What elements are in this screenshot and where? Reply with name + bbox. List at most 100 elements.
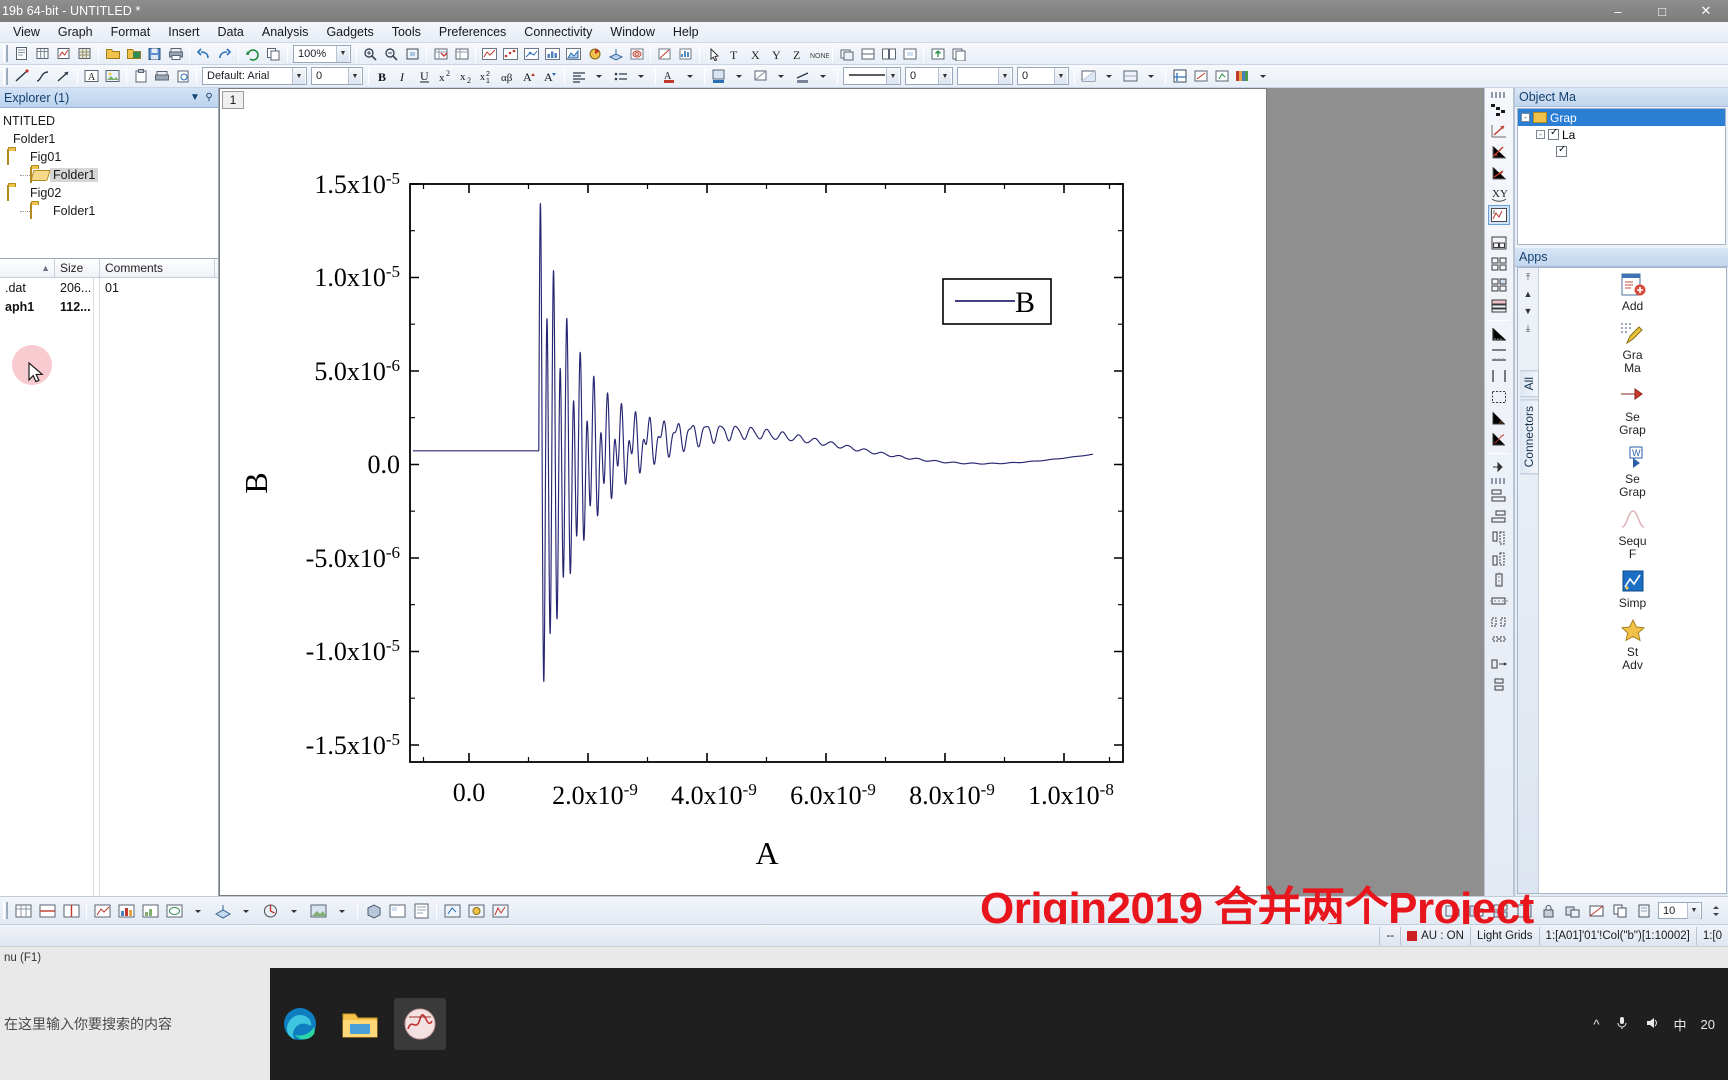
mic-icon[interactable] [1614, 1015, 1630, 1034]
cube-icon[interactable] [362, 900, 384, 922]
merge-layers-icon[interactable] [1488, 233, 1510, 253]
clock[interactable]: 20 [1701, 1017, 1715, 1032]
linewidth-combo[interactable]: 0 ▼ [905, 67, 953, 85]
edge-icon[interactable] [274, 998, 326, 1050]
chevron-down-icon[interactable]: ▼ [188, 92, 202, 103]
import-ascii-icon[interactable] [452, 44, 472, 63]
add-text-icon[interactable]: A [82, 67, 102, 86]
layout-icon[interactable] [386, 900, 408, 922]
scroll-bottom-button[interactable]: ⤓ [1526, 323, 1530, 340]
visibility-checkbox[interactable] [1548, 127, 1559, 140]
plot-dropdown-icon[interactable] [187, 900, 209, 922]
rescale-button[interactable] [1191, 67, 1211, 86]
app-item-stats-advanced[interactable]: St Adv [1539, 616, 1726, 672]
tab-all[interactable]: All [1520, 370, 1539, 398]
draw-curve-icon[interactable] [33, 67, 53, 86]
lock-object-icon[interactable] [1537, 900, 1559, 922]
fontsize-combo[interactable]: 0 ▼ [311, 67, 363, 85]
zoom-out-icon[interactable] [382, 44, 402, 63]
chevron-down-icon[interactable]: ▼ [886, 68, 899, 84]
tree-node-fig01[interactable]: Fig01 [0, 148, 218, 166]
supersub-button[interactable]: x21 [478, 67, 498, 86]
close-button[interactable]: ✕ [1684, 0, 1728, 22]
menu-item-format[interactable]: Format [102, 23, 160, 41]
new-table-icon[interactable] [12, 900, 34, 922]
axis-frame-icon[interactable] [1488, 387, 1510, 407]
stats-icon[interactable] [676, 44, 696, 63]
transparency-button[interactable] [1121, 67, 1141, 86]
bold-button[interactable]: B [373, 67, 393, 86]
align-top-objects-icon[interactable] [1488, 528, 1510, 548]
menu-item-connectivity[interactable]: Connectivity [515, 23, 601, 41]
app-item-graph-maker[interactable]: Gra Ma [1539, 319, 1726, 375]
axis-scale-in-icon[interactable] [1488, 142, 1510, 162]
chevron-down-icon[interactable]: ▼ [336, 45, 349, 62]
mask-object-icon[interactable] [1585, 900, 1607, 922]
transparency-dropdown-icon[interactable] [1142, 67, 1162, 86]
symbolstyle-combo[interactable]: ▼ [957, 67, 1013, 85]
distribute-v-icon[interactable] [1488, 633, 1510, 653]
tool-a-icon[interactable] [441, 900, 463, 922]
speed-mode-icon[interactable] [1488, 205, 1510, 225]
data-series-B[interactable] [412, 203, 1094, 682]
scatter-matrix-icon[interactable] [1488, 100, 1510, 120]
axis-left-right-icon[interactable] [1488, 366, 1510, 386]
file-explorer-icon[interactable] [334, 998, 386, 1050]
tab-connectors[interactable]: Connectors [1520, 399, 1539, 475]
menu-item-insert[interactable]: Insert [159, 23, 208, 41]
toolbar-grip[interactable] [3, 45, 8, 62]
bullets-button[interactable] [611, 67, 631, 86]
font-color-dropdown-icon[interactable] [681, 67, 701, 86]
underline-button[interactable]: U [415, 67, 435, 86]
align-left-button[interactable] [569, 67, 589, 86]
app-item-send-graph-2[interactable]: W Se Grap [1539, 443, 1726, 499]
graph-window[interactable]: 1 1.5x10-5 1.0x10-5 5.0x10-6 0.0 -5.0x10… [219, 88, 1267, 896]
plot-line-bottom-icon[interactable] [91, 900, 113, 922]
redo-icon[interactable] [215, 44, 235, 63]
collapse-box-icon[interactable]: - [1536, 130, 1545, 139]
chevron-down-icon[interactable]: ▼ [998, 68, 1011, 84]
toolbar-grip[interactable] [3, 902, 8, 919]
center-vertical-icon[interactable] [1488, 591, 1510, 611]
object-count-combo[interactable]: 10 ▼ [1658, 902, 1702, 919]
plot-line-icon[interactable] [480, 44, 500, 63]
column-size[interactable]: Size [55, 259, 100, 277]
extract-graph-icon[interactable] [900, 44, 920, 63]
plot-scatter-icon[interactable] [501, 44, 521, 63]
open-icon[interactable] [103, 44, 123, 63]
om-row-graph[interactable]: - Grap [1518, 109, 1725, 126]
bullets-dropdown-icon[interactable] [632, 67, 652, 86]
line-color-dropdown-icon[interactable] [814, 67, 834, 86]
tool-c-icon[interactable] [489, 900, 511, 922]
app-item-send-graph-1[interactable]: Se Grap [1539, 381, 1726, 437]
app-item-simple-fit[interactable]: Simp [1539, 567, 1726, 610]
image-dropdown-icon[interactable] [331, 900, 353, 922]
plot-3d-bottom-icon[interactable] [211, 900, 233, 922]
plot-pie-icon[interactable] [585, 44, 605, 63]
linestyle-combo[interactable]: ▼ [843, 67, 901, 85]
object-manager-toggle[interactable] [1170, 67, 1190, 86]
duplicate-object-icon[interactable] [1609, 900, 1631, 922]
ungroup-objects-icon[interactable] [1488, 675, 1510, 695]
taskbar-search[interactable]: 在这里输入你要搜索的内容 [0, 968, 270, 1080]
open-excel-icon[interactable] [124, 44, 144, 63]
scroll-up-button[interactable]: ▲ [1524, 289, 1533, 306]
plot-area-icon[interactable] [564, 44, 584, 63]
none-label-icon[interactable]: NONE [809, 44, 829, 63]
center-horizontal-icon[interactable] [1488, 570, 1510, 590]
font-color-button[interactable]: A [660, 67, 680, 86]
clone-object-icon[interactable] [1633, 900, 1655, 922]
layer-grid-2x2-icon[interactable] [1488, 254, 1510, 274]
layer-manage-icon[interactable] [858, 44, 878, 63]
toolbar-grip[interactable] [1491, 92, 1507, 98]
greek-toggle-button[interactable]: αβ [499, 67, 519, 86]
stack-layers-icon[interactable] [1488, 296, 1510, 316]
speaker-icon[interactable] [1644, 1015, 1660, 1034]
fill-dropdown-icon[interactable] [730, 67, 750, 86]
export-graph-icon[interactable] [928, 44, 948, 63]
stats-dropdown-icon[interactable] [283, 900, 305, 922]
chevron-down-icon[interactable]: ▼ [348, 68, 361, 84]
refresh-icon[interactable] [243, 44, 263, 63]
toolbar-grip[interactable] [3, 67, 8, 85]
tree-node-fig01-folder1[interactable]: Folder1 [0, 166, 218, 184]
